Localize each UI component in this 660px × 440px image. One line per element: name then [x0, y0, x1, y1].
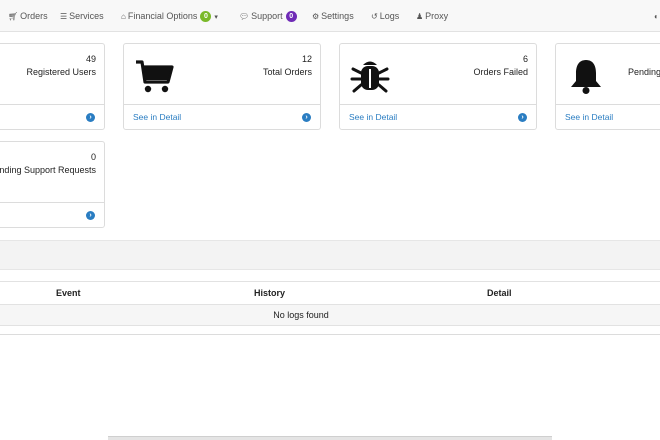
bell-icon	[571, 60, 601, 94]
registered-users-footer[interactable]: ›	[0, 104, 104, 129]
shopping-cart-icon	[136, 60, 174, 93]
history-icon: ↺	[371, 12, 378, 21]
chevron-down-icon: ▾	[214, 14, 218, 21]
nav-proxy[interactable]: ♟ Proxy	[416, 0, 448, 32]
bottom-edge-shadow	[108, 436, 552, 440]
pending-support-label: Pending Support Requests	[0, 165, 96, 175]
bank-icon: ⌂	[121, 12, 126, 21]
stat-panel-total-orders: 12 Total Orders See in Detail ›	[123, 43, 321, 130]
stat-panel-registered-users: 49 Registered Users ›	[0, 43, 105, 130]
top-navbar: 🛒︎ Orders ☰ Services ⌂ Financial Options 0 ▾ …	[0, 0, 660, 32]
cart-icon: 🛒︎	[8, 12, 19, 21]
column-header-history: History	[254, 288, 286, 298]
see-in-detail-link[interactable]: See in Detail	[349, 112, 397, 122]
logs-table: Event History Detail No logs found	[0, 281, 660, 335]
total-orders-count: 12	[301, 54, 312, 64]
nav-logs-label: Logs	[379, 11, 400, 21]
nav-financial-options-label: Financial Options	[127, 11, 198, 21]
nav-logs[interactable]: ↺ Logs	[371, 0, 399, 32]
support-badge: 0	[285, 11, 297, 22]
stat-panel-orders-failed: 6 Orders Failed See in Detail ›	[339, 43, 537, 130]
table-row: No logs found	[0, 305, 660, 326]
orders-failed-footer[interactable]: See in Detail ›	[340, 104, 536, 129]
stat-panel-pending-support: 0 Pending Support Requests ›	[0, 141, 105, 228]
stat-panel-pending: Pending See in Detail	[555, 43, 660, 130]
total-orders-label: Total Orders	[262, 67, 312, 77]
arrow-circle-right-icon[interactable]: ›	[86, 211, 95, 220]
user-secret-icon: ♟	[416, 12, 424, 21]
registered-users-count: 49	[85, 54, 96, 64]
orders-failed-label: Orders Failed	[473, 67, 528, 77]
arrow-circle-right-icon[interactable]: ›	[86, 113, 95, 122]
nav-services[interactable]: ☰ Services	[60, 0, 104, 32]
bug-icon	[350, 61, 390, 93]
arrow-circle-right-icon[interactable]: ›	[518, 113, 527, 122]
nav-services-label: Services	[69, 11, 104, 21]
arrow-circle-right-icon[interactable]: ›	[302, 113, 311, 122]
see-in-detail-link[interactable]: See in Detail	[565, 112, 613, 122]
pending-label: Pending	[628, 67, 660, 77]
see-in-detail-link[interactable]: See in Detail	[133, 112, 181, 122]
nav-financial-options[interactable]: ⌂ Financial Options 0 ▾	[121, 0, 218, 32]
orders-failed-count: 6	[522, 54, 528, 64]
nav-orders[interactable]: 🛒︎ Orders	[8, 0, 48, 32]
nav-settings[interactable]: ⚙ Settings	[312, 0, 354, 32]
logs-section-header	[0, 240, 660, 270]
nav-orders-label: Orders	[20, 11, 48, 21]
registered-users-label: Registered Users	[26, 67, 96, 77]
empty-logs-message: No logs found	[273, 310, 329, 320]
nav-support[interactable]: 💬︎ Support 0	[239, 0, 297, 32]
chat-icon: 💬︎	[239, 12, 250, 21]
nav-support-label: Support	[251, 11, 283, 21]
nav-settings-label: Settings	[321, 11, 354, 21]
financial-options-badge: 0	[200, 11, 212, 22]
list-icon: ☰	[60, 12, 68, 21]
column-header-event: Event	[56, 288, 81, 298]
total-orders-footer[interactable]: See in Detail ›	[124, 104, 320, 129]
nav-proxy-label: Proxy	[425, 11, 449, 21]
pending-footer[interactable]: See in Detail	[556, 104, 660, 129]
nav-overflow-icon[interactable]: ◐	[654, 0, 660, 32]
pending-support-count: 0	[90, 152, 96, 162]
pending-support-footer[interactable]: ›	[0, 202, 104, 227]
column-header-detail: Detail	[487, 288, 512, 298]
gear-icon: ⚙	[312, 12, 320, 21]
